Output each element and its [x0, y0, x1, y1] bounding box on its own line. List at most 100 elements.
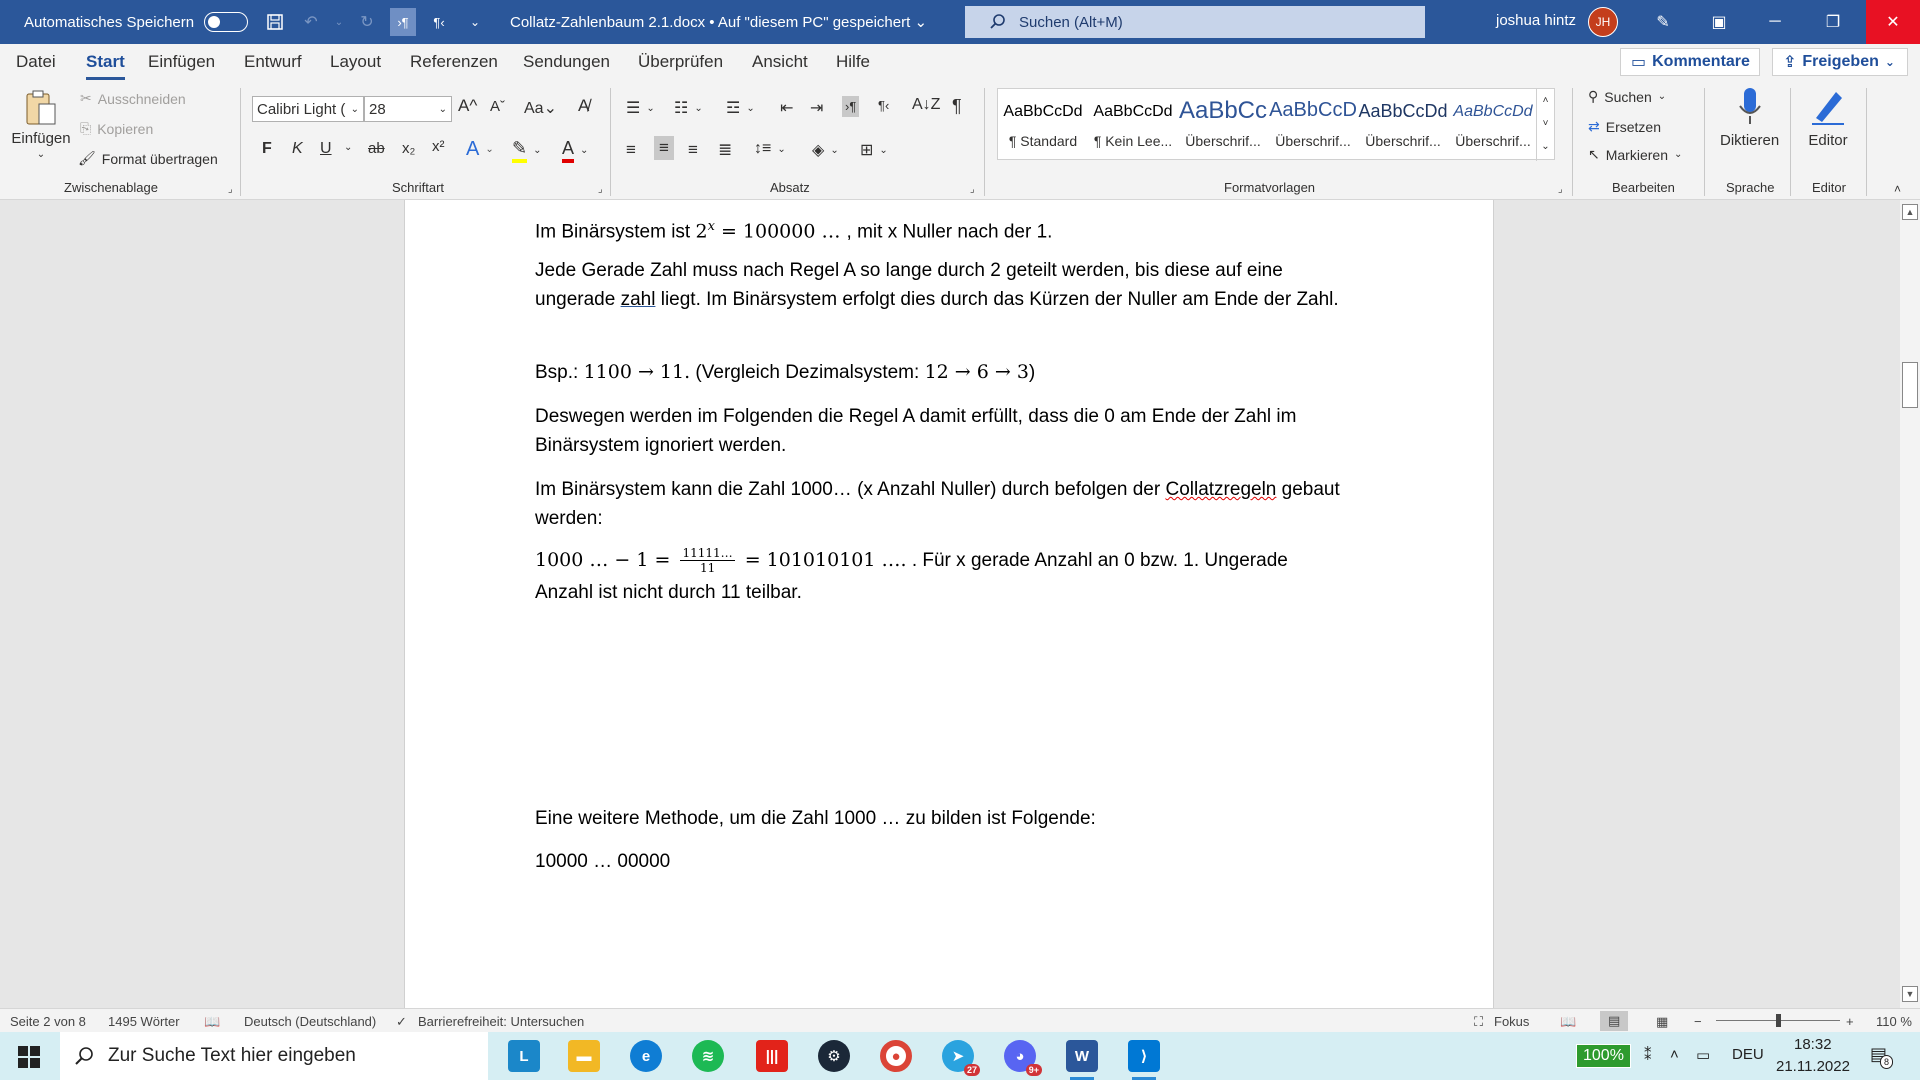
focus-button[interactable]: Fokus	[1494, 1014, 1529, 1029]
display-icon[interactable]: ▭	[1696, 1046, 1710, 1064]
search-box[interactable]: Suchen (Alt+M)	[965, 6, 1425, 38]
chevron-up-icon[interactable]: ˄	[1537, 89, 1554, 112]
save-icon[interactable]	[262, 8, 288, 36]
bold-button[interactable]: F	[262, 140, 272, 158]
find-button[interactable]: ⚲ Suchen ⌄	[1588, 88, 1666, 105]
cut-button[interactable]: ✂ Ausschneiden	[80, 90, 186, 107]
steam-icon[interactable]: ⚙	[818, 1040, 850, 1072]
paragraph-8[interactable]: 10000 … 00000	[535, 847, 1345, 876]
zoom-level[interactable]: 110 %	[1876, 1014, 1912, 1029]
l-app-icon[interactable]: L	[508, 1040, 540, 1072]
avatar[interactable]: JH	[1588, 7, 1618, 37]
select-button[interactable]: ↖ Markieren ⌄	[1588, 146, 1682, 163]
underline-button[interactable]: U	[320, 140, 332, 158]
dialog-launcher-icon[interactable]: ⌟	[1558, 184, 1563, 195]
multilevel-list-icon[interactable]: ☲ ⌄	[726, 98, 755, 118]
battery-indicator[interactable]: 100%	[1576, 1044, 1631, 1068]
grow-font-icon[interactable]: A^	[458, 96, 477, 116]
spelling-flagged-word[interactable]: Collatzregeln	[1165, 479, 1276, 500]
close-icon[interactable]: ✕	[1866, 0, 1920, 44]
file-explorer-icon[interactable]: ▬	[568, 1040, 600, 1072]
highlight-icon[interactable]: ✎ ⌄	[512, 138, 541, 163]
chrome-icon[interactable]: ●	[880, 1040, 912, 1072]
scroll-down-icon[interactable]: ▼	[1902, 986, 1918, 1002]
align-right-icon[interactable]: ≡	[688, 140, 698, 160]
tab-entwurf[interactable]: Entwurf	[244, 52, 302, 72]
tab-ueberpruefen[interactable]: Überprüfen	[638, 52, 723, 72]
chevron-down-icon[interactable]: ˅	[1537, 112, 1554, 135]
keyboard-language[interactable]: DEU	[1732, 1046, 1764, 1063]
tab-layout[interactable]: Layout	[330, 52, 381, 72]
tab-ansicht[interactable]: Ansicht	[752, 52, 808, 72]
collapse-ribbon-icon[interactable]: ˄	[1894, 182, 1901, 196]
notification-icon[interactable]: ▤ 8	[1870, 1044, 1894, 1069]
line-spacing-icon[interactable]: ↕≡ ⌄	[754, 140, 786, 158]
rtl-paragraph-icon[interactable]: ¶‹	[426, 8, 452, 36]
style-heading-3[interactable]: AaBbCcDd Überschrif...	[1358, 89, 1448, 161]
ltr-text-icon[interactable]: ›¶	[842, 96, 860, 117]
numbering-icon[interactable]: ☷ ⌄	[674, 98, 703, 118]
user-name[interactable]: joshua hintz	[1496, 12, 1576, 29]
word-icon[interactable]: W	[1066, 1040, 1098, 1080]
paste-button[interactable]: Einfügen ⌄	[10, 88, 72, 160]
page-count[interactable]: Seite 2 von 8	[10, 1014, 86, 1029]
customize-qat-icon[interactable]: ⌄	[462, 8, 488, 36]
word-count[interactable]: 1495 Wörter	[108, 1014, 180, 1029]
proofing-icon[interactable]: 📖	[204, 1014, 220, 1030]
minimize-icon[interactable]: ─	[1752, 0, 1798, 44]
comments-button[interactable]: ▭ Kommentare	[1620, 48, 1760, 76]
paragraph-2[interactable]: Jede Gerade Zahl muss nach Regel A so la…	[535, 256, 1345, 314]
print-layout-icon[interactable]: ▤	[1600, 1011, 1629, 1031]
undo-dropdown-icon[interactable]: ⌄	[334, 8, 344, 36]
clock-time[interactable]: 18:32	[1794, 1036, 1832, 1053]
network-icon[interactable]: ⁑	[1644, 1046, 1652, 1064]
shrink-font-icon[interactable]: Aˇ	[490, 98, 505, 115]
document-page[interactable]: Im Binärsystem ist 2x = 100000 … , mit x…	[404, 200, 1494, 1008]
decrease-indent-icon[interactable]: ⇤	[780, 98, 793, 118]
shading-icon[interactable]: ◈ ⌄	[812, 140, 839, 160]
subscript-icon[interactable]: x₂	[402, 140, 415, 157]
editor-button[interactable]: Editor	[1808, 86, 1848, 149]
align-left-icon[interactable]: ≡	[626, 140, 636, 160]
italic-button[interactable]: K	[292, 140, 303, 158]
paragraph-5[interactable]: Im Binärsystem kann die Zahl 1000… (x An…	[535, 475, 1345, 533]
accessibility-status[interactable]: Barrierefreiheit: Untersuchen	[418, 1014, 584, 1029]
dialog-launcher-icon[interactable]: ⌟	[598, 184, 603, 195]
vscode-icon[interactable]: ⟩	[1128, 1040, 1160, 1080]
spotify-icon[interactable]: ≋	[692, 1040, 724, 1072]
web-layout-icon[interactable]: ▦	[1656, 1014, 1668, 1030]
justify-icon[interactable]: ≣	[718, 140, 732, 160]
scroll-up-icon[interactable]: ▲	[1902, 204, 1918, 220]
paragraph-1[interactable]: Im Binärsystem ist 2x = 100000 … , mit x…	[535, 212, 1345, 246]
superscript-icon[interactable]: x²	[432, 138, 445, 155]
chevron-down-icon[interactable]: ⌄	[344, 142, 352, 153]
paragraph-7[interactable]: Eine weitere Methode, um die Zahl 1000 ……	[535, 804, 1345, 833]
style-heading-1[interactable]: AaBbCc Überschrif...	[1178, 89, 1268, 161]
document-title[interactable]: Collatz-Zahlenbaum 2.1.docx • Auf "diese…	[510, 13, 927, 31]
tab-hilfe[interactable]: Hilfe	[836, 52, 870, 72]
more-styles-icon[interactable]: ⌄	[1537, 135, 1554, 158]
ribbon-display-options-icon[interactable]: ▣	[1696, 0, 1742, 44]
restore-icon[interactable]: ❐	[1810, 0, 1856, 44]
zoom-in-icon[interactable]: +	[1846, 1014, 1854, 1029]
rtl-text-icon[interactable]: ¶‹	[878, 98, 889, 113]
red-app-icon[interactable]: |||	[756, 1040, 788, 1072]
autosave-toggle[interactable]	[204, 12, 249, 32]
style-no-spacing[interactable]: AaBbCcDd ¶ Kein Lee...	[1088, 89, 1178, 161]
discord-icon[interactable]: ◕ 9+	[1004, 1040, 1042, 1076]
bullets-icon[interactable]: ☰ ⌄	[626, 98, 655, 118]
dialog-launcher-icon[interactable]: ⌟	[228, 184, 233, 195]
grammar-flagged-word[interactable]: zahl	[621, 289, 656, 310]
share-button[interactable]: ⇪ Freigeben ⌄	[1772, 48, 1908, 76]
paragraph-4[interactable]: Deswegen werden im Folgenden die Regel A…	[535, 402, 1345, 460]
clear-formatting-icon[interactable]: A̸	[578, 96, 589, 116]
language-status[interactable]: Deutsch (Deutschland)	[244, 1014, 376, 1029]
pen-icon[interactable]: ✎	[1640, 0, 1686, 44]
tab-datei[interactable]: Datei	[16, 52, 56, 72]
styles-scroll[interactable]: ˄ ˅ ⌄	[1536, 89, 1554, 161]
read-mode-icon[interactable]: 📖	[1560, 1014, 1576, 1030]
style-heading-2[interactable]: AaBbCcD Überschrif...	[1268, 89, 1358, 161]
paragraph-3[interactable]: Bsp.: 1100 → 11. (Vergleich Dezimalsyste…	[535, 358, 1345, 387]
strikethrough-icon[interactable]: ab	[368, 140, 385, 157]
undo-icon[interactable]: ↶	[298, 8, 324, 36]
